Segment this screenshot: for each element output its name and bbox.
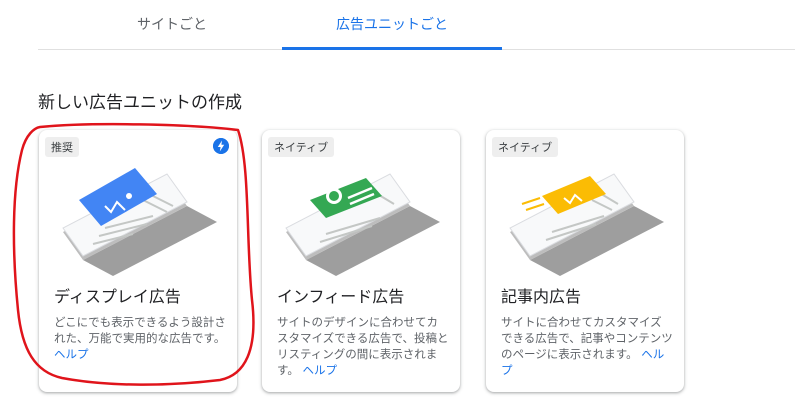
help-link[interactable]: ヘルプ [54, 347, 89, 361]
card-title: ディスプレイ広告 [54, 287, 181, 306]
tab-by-ad-unit[interactable]: 広告ユニットごと [282, 0, 502, 50]
display-ad-illustration [62, 168, 217, 276]
help-link[interactable]: ヘルプ [303, 363, 338, 377]
card-description: どこにでも表示できるよう設計された、万能で実用的な広告です。 ヘルプ [54, 315, 226, 361]
card-description: サイトのデザインに合わせてカスタマイズできる広告で、投稿とリスティングの間に表示… [277, 315, 449, 377]
card-description: サイトに合わせてカスタマイズできる広告で、記事やコンテンツのページに表示されます… [501, 315, 673, 377]
in-article-ad-card[interactable]: ネイティブ 記事内広告 サイトに合わせてカスタマイズできる広告で、記事やコンテン… [486, 130, 684, 392]
bolt-icon [213, 138, 229, 154]
native-badge: ネイティブ [268, 137, 335, 157]
in-article-ad-illustration [509, 173, 664, 276]
tab-by-site[interactable]: サイトごと [102, 0, 242, 48]
card-title: 記事内広告 [501, 287, 582, 306]
display-ad-card[interactable]: 推奨 ディスプレイ広告 どこにでも表示できるよう設計された、万能で実用的な広告で… [39, 130, 237, 392]
card-title: インフィード広告 [277, 287, 405, 306]
in-feed-ad-illustration [285, 173, 440, 276]
tab-bar: サイトごと 広告ユニットごと [38, 0, 795, 50]
in-feed-ad-card[interactable]: ネイティブ インフィード広告 サイトのデザインに合わせてカスタマイズできる広告で… [262, 130, 460, 392]
section-title: 新しい広告ユニットの作成 [38, 93, 242, 113]
recommended-badge: 推奨 [45, 137, 79, 157]
native-badge: ネイティブ [492, 137, 559, 157]
